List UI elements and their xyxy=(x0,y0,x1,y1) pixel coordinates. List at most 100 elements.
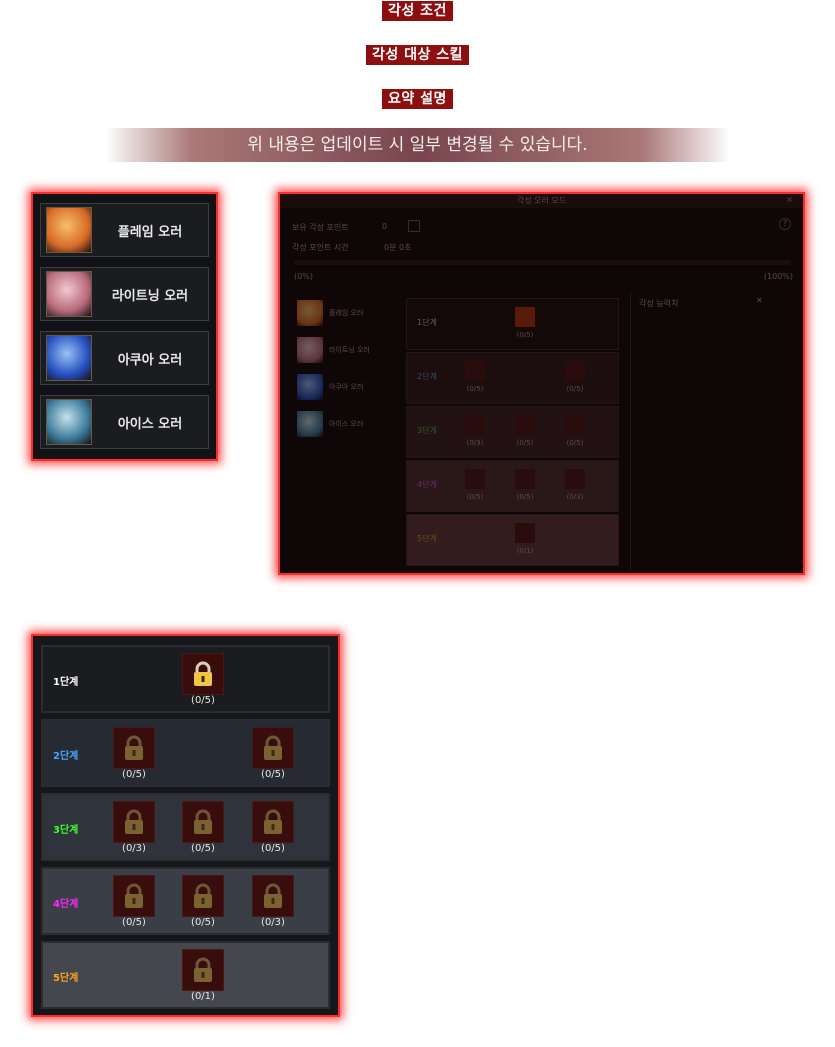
points-label: 보유 각성 포인트 xyxy=(292,223,349,232)
aqua-aura-icon xyxy=(297,374,323,400)
aura-label: 아쿠아 오러 xyxy=(117,352,183,368)
mini-skill-count: (0/5) xyxy=(516,331,534,339)
mini-skill-count: (0/5) xyxy=(466,385,484,393)
mini-stage-row: 2단계 (0/5) (0/5) xyxy=(406,352,619,404)
mini-stage-row: 1단계 (0/5) xyxy=(406,298,619,350)
mini-stage-label: 5단계 xyxy=(417,534,437,543)
ice-aura-icon xyxy=(46,399,92,445)
stat-panel: 각성 능력치 ✕ xyxy=(630,292,801,570)
mini-skill-count: (0/1) xyxy=(516,547,534,555)
aura-item-flame[interactable]: 플레임 오러 xyxy=(40,203,209,257)
mini-lock-icon[interactable] xyxy=(565,469,585,489)
mini-aura-aqua[interactable]: 아쿠아 오러 xyxy=(295,372,385,402)
mini-stage-row: 3단계 (0/3) (0/5) (0/5) xyxy=(406,406,619,458)
mini-lock-icon[interactable] xyxy=(465,469,485,489)
stat-panel-label: 각성 능력치 xyxy=(639,299,679,308)
lightning-aura-icon xyxy=(46,271,92,317)
lock-icon[interactable] xyxy=(252,727,294,769)
aura-item-lightning[interactable]: 라이트닝 오러 xyxy=(40,267,209,321)
notice-banner: 위 내용은 업데이트 시 일부 변경될 수 있습니다. xyxy=(105,128,730,162)
reset-icon[interactable] xyxy=(408,220,420,232)
mini-lock-icon[interactable] xyxy=(465,361,485,381)
skill-count: (0/3) xyxy=(261,917,285,928)
mini-skill-count: (0/5) xyxy=(516,493,534,501)
skill-count: (0/5) xyxy=(261,843,285,854)
aqua-aura-icon xyxy=(46,335,92,381)
mini-skill-count: (0/5) xyxy=(466,493,484,501)
awakening-stage-panel: 1단계 (0/5) 2단계 (0/5) (0/5) 3단계 (0/3) (0/5) (0/5) 4… xyxy=(31,634,340,1017)
stage-row: 5단계 (0/1) xyxy=(41,941,330,1009)
skill-count: (0/5) xyxy=(191,917,215,928)
stage-label: 4단계 xyxy=(53,899,79,910)
awakening-aura-window: 각성 오러 모드 × 보유 각성 포인트 0 ? 각성 포인트 시간 0분 0초… xyxy=(278,192,805,575)
stage-row: 2단계 (0/5) (0/5) xyxy=(41,719,330,787)
mini-skill-count: (0/3) xyxy=(466,439,484,447)
progress-min: (0%) xyxy=(294,272,313,281)
mini-skill-count: (0/5) xyxy=(566,439,584,447)
lock-icon[interactable] xyxy=(182,875,224,917)
stage-label: 3단계 xyxy=(53,825,79,836)
aura-list-panel: 플레임 오러 라이트닝 오러 아쿠아 오러 아이스 오러 xyxy=(31,192,218,461)
skill-count: (0/3) xyxy=(122,843,146,854)
stage-row: 1단계 (0/5) xyxy=(41,645,330,713)
mini-lock-icon[interactable] xyxy=(465,415,485,435)
window-title: 각성 오러 모드 xyxy=(280,194,803,208)
mini-stage-label: 4단계 xyxy=(417,480,437,489)
aura-label: 플레임 오러 xyxy=(117,224,183,240)
mini-stage-row: 5단계 (0/1) xyxy=(406,514,619,566)
lock-icon[interactable] xyxy=(252,875,294,917)
lock-icon[interactable] xyxy=(182,801,224,843)
mini-stage-label: 2단계 xyxy=(417,372,437,381)
flame-aura-icon xyxy=(46,207,92,253)
aura-item-aqua[interactable]: 아쿠아 오러 xyxy=(40,331,209,385)
stage-row: 3단계 (0/3) (0/5) (0/5) xyxy=(41,793,330,861)
skill-count: (0/5) xyxy=(261,769,285,780)
mini-skill-count: (0/5) xyxy=(566,385,584,393)
aura-label: 라이트닝 오러 xyxy=(111,288,189,304)
mini-lock-icon[interactable] xyxy=(565,361,585,381)
close-icon[interactable]: × xyxy=(786,195,793,204)
aura-label: 아이스 오러 xyxy=(117,416,183,432)
skill-count: (0/5) xyxy=(122,917,146,928)
mini-stage-row: 4단계 (0/5) (0/5) (0/3) xyxy=(406,460,619,512)
mini-lock-icon[interactable] xyxy=(515,307,535,327)
mini-aura-lightning[interactable]: 라이트닝 오러 xyxy=(295,335,385,365)
mini-lock-icon[interactable] xyxy=(565,415,585,435)
lightning-aura-icon xyxy=(297,337,323,363)
header-awakening-condition: 각성 조건 xyxy=(0,0,835,21)
mini-skill-count: (0/3) xyxy=(566,493,584,501)
mini-aura-ice[interactable]: 아이스 오러 xyxy=(295,409,385,439)
lock-icon[interactable] xyxy=(113,801,155,843)
stage-label: 2단계 xyxy=(53,751,79,762)
points-value: 0 xyxy=(382,222,388,231)
help-icon[interactable]: ? xyxy=(779,218,791,230)
skill-count: (0/1) xyxy=(191,991,215,1002)
mini-lock-icon[interactable] xyxy=(515,469,535,489)
stage-row: 4단계 (0/5) (0/5) (0/3) xyxy=(41,867,330,935)
header-awakening-target-skill: 각성 대상 스킬 xyxy=(0,44,835,65)
flame-aura-icon xyxy=(297,300,323,326)
stage-label: 1단계 xyxy=(53,677,79,688)
mini-lock-icon[interactable] xyxy=(515,523,535,543)
progress-bar xyxy=(294,260,791,265)
aura-item-ice[interactable]: 아이스 오러 xyxy=(40,395,209,449)
stage-label: 5단계 xyxy=(53,973,79,984)
mini-stage-label: 3단계 xyxy=(417,426,437,435)
mini-aura-flame[interactable]: 플레임 오러 xyxy=(295,298,385,328)
header-summary: 요약 설명 xyxy=(0,88,835,109)
time-value: 0분 0초 xyxy=(384,243,412,252)
lock-icon[interactable] xyxy=(252,801,294,843)
lock-icon[interactable] xyxy=(182,949,224,991)
time-label: 각성 포인트 시간 xyxy=(292,243,349,252)
skill-count: (0/5) xyxy=(191,843,215,854)
mini-stage-label: 1단계 xyxy=(417,318,437,327)
skill-count: (0/5) xyxy=(191,695,215,706)
mini-skill-count: (0/5) xyxy=(516,439,534,447)
progress-max: (100%) xyxy=(763,272,793,281)
lock-icon[interactable] xyxy=(182,653,224,695)
ice-aura-icon xyxy=(297,411,323,437)
lock-icon[interactable] xyxy=(113,727,155,769)
mini-lock-icon[interactable] xyxy=(515,415,535,435)
reset-stats-icon[interactable]: ✕ xyxy=(756,296,763,305)
lock-icon[interactable] xyxy=(113,875,155,917)
